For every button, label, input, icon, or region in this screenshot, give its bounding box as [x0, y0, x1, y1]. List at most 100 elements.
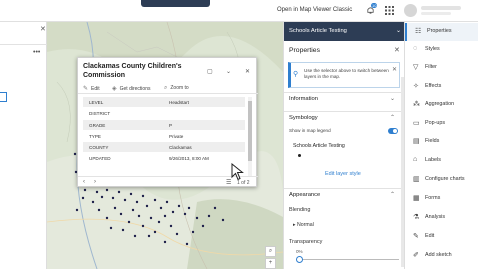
toolbar-item-edit[interactable]: ✎ Edit [405, 228, 478, 246]
edit-layer-style-link[interactable]: Edit layer style [325, 171, 361, 177]
action-label: Edit [91, 86, 100, 92]
transparency-slider-track[interactable] [299, 259, 399, 260]
toolbar-item-label: Add sketch [425, 252, 452, 258]
toolbar-item-label: Effects [425, 83, 442, 89]
field-name: TYPE [89, 133, 101, 139]
toolbar-item-label: Configure charts [425, 176, 465, 182]
toolbar-item-label: Styles [425, 46, 440, 52]
toolbar-item-label: Edit [425, 233, 435, 239]
sketch-icon: ✐ [413, 252, 419, 259]
analysis-icon: ⚗ [413, 214, 420, 221]
properties-icon: ☷ [415, 28, 422, 35]
field-value: 9/26/2013, 8:00 AM [169, 156, 209, 162]
location-pin-icon: ⚲ [293, 71, 299, 78]
layer-selector[interactable]: Schools Article Testing ⌄ [284, 22, 405, 41]
field-name: UPDATED [89, 156, 111, 162]
toolbar-item-configure-charts[interactable]: ▥ Configure charts [405, 171, 478, 189]
toolbar-item-styles[interactable]: ◌ Styles [405, 41, 478, 59]
field-value: Private [169, 133, 184, 139]
field-value: Headstart [169, 100, 189, 105]
transparency-value: 0% [296, 249, 303, 254]
blending-value: Normal [297, 222, 314, 228]
close-icon[interactable]: ✕ [392, 66, 397, 73]
field-value: Clackamas [169, 145, 192, 151]
avatar[interactable] [404, 4, 417, 17]
search-icon[interactable]: ⌕ [265, 246, 276, 257]
user-name-redacted [421, 6, 461, 10]
section-symbology[interactable]: Symbology ⌃ [284, 111, 405, 124]
styles-icon: ◌ [413, 45, 418, 52]
show-legend-toggle[interactable] [388, 128, 398, 134]
close-icon[interactable]: ✕ [394, 46, 400, 54]
properties-panel: Schools Article Testing ⌄ Properties ✕ ⚲… [283, 22, 405, 269]
popups-icon: ▭ [413, 120, 420, 127]
action-label: Get directions [119, 86, 151, 92]
edit-icon: ✎ [83, 86, 89, 92]
table-row: LEVEL Headstart [83, 97, 245, 109]
section-information[interactable]: Information ⌄ [284, 92, 405, 105]
toolbar-item-labels[interactable]: ⌂ Labels [405, 152, 478, 170]
open-classic-link[interactable]: Open in Map Viewer Classic [277, 7, 352, 13]
user-org-redacted [421, 12, 451, 15]
toolbar-item-add-sketch[interactable]: ✐ Add sketch [405, 247, 478, 265]
left-panel: ✕ ••• [0, 22, 47, 269]
zoom-icon: ⌕ [164, 85, 168, 91]
panel-title: Properties [289, 47, 320, 54]
field-name: LEVEL [89, 100, 104, 105]
toolbar-item-aggregation[interactable]: ⁂ Aggregation [405, 96, 478, 114]
close-icon[interactable]: ✕ [40, 25, 46, 33]
scrollbar-thumb[interactable] [248, 101, 252, 161]
save-button[interactable] [141, 0, 210, 7]
toolbar-item-label: Labels [425, 157, 441, 163]
symbology-layer-name: Schools Article Testing [293, 143, 345, 149]
toolbar-item-effects[interactable]: ✧ Effects [405, 78, 478, 96]
left-panel-tab[interactable] [0, 92, 7, 102]
attribute-table: LEVEL Headstart DISTRICT GRADE P TYPE Priva… [83, 97, 245, 165]
top-bar: Open in Map Viewer Classic 10 [0, 0, 478, 22]
action-label: Zoom to [170, 85, 189, 91]
filter-icon: ▽ [413, 64, 419, 71]
dock-icon[interactable]: ▢ [207, 68, 213, 75]
blending-select[interactable]: ▸ Normal [293, 222, 314, 228]
info-text: Use the selector above to switch between… [304, 68, 389, 79]
toolbar-item-label: Filter [425, 64, 437, 70]
next-feature-icon[interactable]: › [94, 179, 96, 185]
mouse-cursor-icon [231, 163, 244, 181]
toolbar-item-analysis[interactable]: ⚗ Analysis [405, 209, 478, 227]
popup-actions: ✎ Edit ◈ Get directions ⌕ Zoom to [78, 83, 258, 94]
popup-action-edit[interactable]: ✎ Edit [83, 85, 100, 92]
apps-grid-icon[interactable] [385, 6, 394, 15]
toolbar-item-label: Pop-ups [425, 120, 446, 126]
chevron-down-icon[interactable]: ⌄ [226, 68, 231, 75]
table-row: COUNTY Clackamas [83, 142, 245, 154]
toolbar-item-forms[interactable]: ▦ Forms [405, 190, 478, 208]
field-name: COUNTY [89, 145, 109, 151]
transparency-label: Transparency [289, 239, 323, 245]
blending-label: Blending [289, 207, 311, 213]
toolbar-item-label: Properties [427, 28, 452, 34]
table-row: UPDATED 9/26/2013, 8:00 AM [83, 153, 245, 165]
table-row: DISTRICT [83, 108, 245, 120]
previous-feature-icon[interactable]: ‹ [83, 179, 85, 185]
popup-scrollbar[interactable] [248, 97, 252, 177]
toolbar-item-label: Fields [425, 138, 440, 144]
close-icon[interactable]: ✕ [245, 68, 250, 75]
section-appearance[interactable]: Appearance ⌃ [284, 188, 405, 201]
toolbar-item-filter[interactable]: ▽ Filter [405, 59, 478, 77]
section-label: Appearance [289, 192, 321, 198]
transparency-slider-handle[interactable] [296, 256, 303, 263]
toolbar-item-fields[interactable]: ▤ Fields [405, 133, 478, 151]
toolbar-item-popups[interactable]: ▭ Pop-ups [405, 115, 478, 133]
directions-icon: ◈ [112, 86, 117, 92]
toolbar-item-properties[interactable]: ☷ Properties [405, 23, 478, 41]
zoom-in-button[interactable]: + [265, 258, 276, 269]
labels-icon: ⌂ [413, 156, 418, 163]
more-options-icon[interactable]: ••• [33, 49, 40, 56]
table-row: GRADE P [83, 119, 245, 131]
notification-badge: 10 [371, 3, 378, 8]
toolbar-item-label: Aggregation [425, 101, 455, 107]
toolbar-item-label: Forms [425, 195, 441, 201]
popup-action-zoom[interactable]: ⌕ Zoom to [164, 85, 189, 92]
table-row: TYPE Private [83, 131, 245, 143]
popup-action-directions[interactable]: ◈ Get directions [112, 85, 150, 92]
